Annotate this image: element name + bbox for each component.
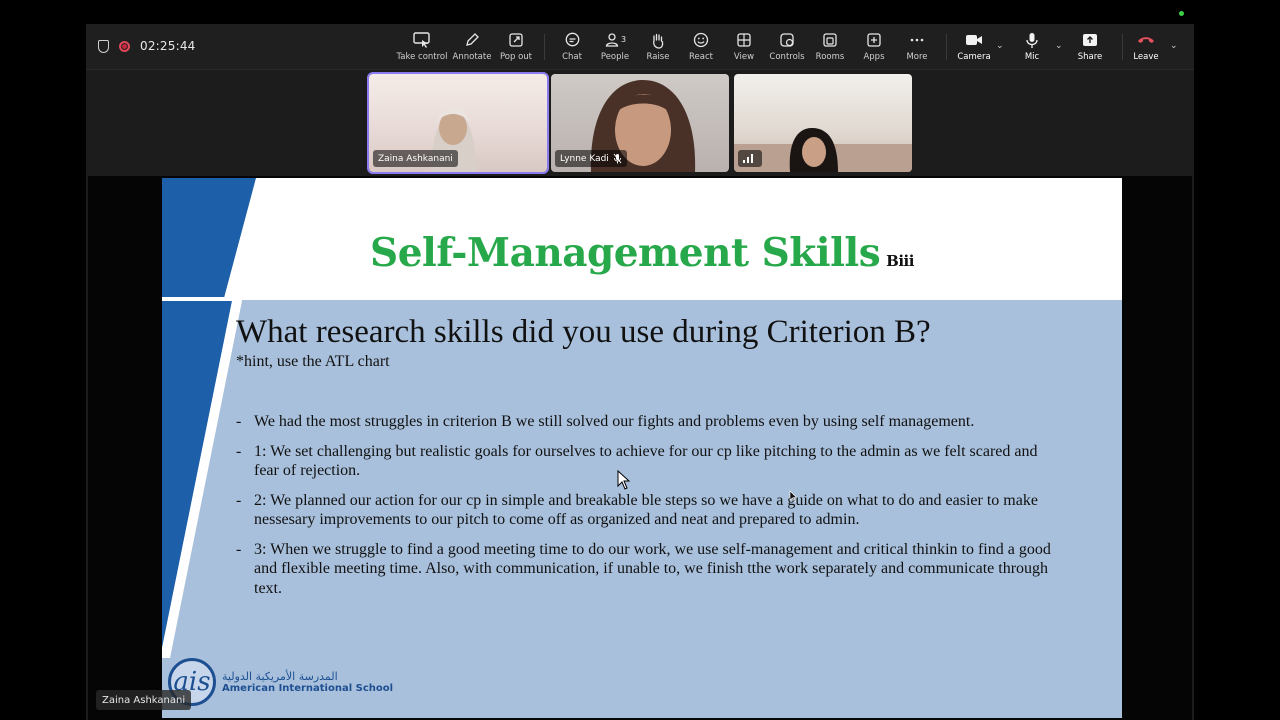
slide-divider: [162, 297, 242, 301]
meeting-status: 02:25:44: [98, 39, 196, 53]
take-control-label: Take control: [396, 52, 448, 62]
mic-icon: [1025, 30, 1039, 50]
pop-out-label: Pop out: [499, 52, 533, 62]
leave-button[interactable]: Leave: [1118, 30, 1174, 66]
camera-label: Camera: [957, 52, 991, 62]
participant-name-tag: Lynne Kadi: [555, 150, 627, 167]
apps-label: Apps: [863, 52, 885, 62]
meeting-window: 02:25:44 Take control Annotate Pop out C…: [86, 24, 1194, 720]
people-count: 3: [620, 35, 627, 44]
presenter-name: Zaina Ashkanani: [102, 694, 186, 706]
participant-name-tag: Zaina Ashkanani: [373, 150, 458, 167]
slide-bullet: We had the most struggles in criterion B…: [236, 412, 1056, 432]
take-control-icon: [413, 30, 431, 50]
people-label: People: [600, 52, 630, 62]
signal-strength-icon: [743, 154, 753, 163]
presentation-slide: Self-Management Skills Biii What research…: [162, 178, 1122, 718]
rooms-label: Rooms: [815, 52, 845, 62]
participant-name: Zaina Ashkanani: [378, 153, 453, 164]
shield-icon[interactable]: [98, 39, 109, 53]
grid-icon: [736, 30, 752, 50]
pop-out-icon: [508, 30, 524, 50]
camera-indicator-dot: [1179, 11, 1184, 16]
more-label: More: [906, 52, 928, 62]
meeting-toolbar: 02:25:44 Take control Annotate Pop out C…: [86, 24, 1194, 70]
smiley-icon: [693, 30, 709, 50]
school-name-arabic: المدرسة الأمريكية الدولية: [222, 670, 338, 683]
controls-icon: [779, 30, 795, 50]
pop-out-button[interactable]: Pop out: [488, 30, 544, 66]
leave-options-chevron-icon[interactable]: ⌄: [1170, 41, 1178, 51]
raise-label: Raise: [646, 52, 670, 62]
camera-options-chevron-icon[interactable]: ⌄: [996, 41, 1004, 51]
annotate-label: Annotate: [452, 52, 492, 62]
camera-button[interactable]: Camera: [946, 30, 1002, 66]
school-logo-text: المدرسة الأمريكية الدولية American Inter…: [222, 670, 393, 694]
shared-screen[interactable]: Self-Management Skills Biii What research…: [88, 176, 1192, 720]
presenter-name-tag: Zaina Ashkanani: [96, 690, 192, 710]
recording-icon[interactable]: [119, 40, 130, 52]
participant-tile[interactable]: [734, 74, 912, 172]
take-control-button[interactable]: Take control: [394, 30, 450, 66]
mic-button[interactable]: Mic: [1004, 30, 1060, 66]
mic-muted-icon: [613, 153, 622, 164]
slide-title-text: Self-Management Skills: [370, 230, 881, 276]
mouse-pointer-icon: [617, 470, 631, 490]
slide-bullet: 1: We set challenging but realistic goal…: [236, 442, 1056, 481]
slide-bullet-list: We had the most struggles in criterion B…: [236, 412, 1056, 608]
plus-square-icon: [866, 30, 882, 50]
participant-tile[interactable]: Lynne Kadi: [551, 74, 729, 172]
ellipsis-icon: [909, 30, 925, 50]
participant-name: Lynne Kadi: [560, 153, 609, 164]
more-button[interactable]: More: [889, 30, 945, 66]
mic-label: Mic: [1024, 52, 1040, 62]
share-label: Share: [1077, 52, 1103, 62]
participant-name-tag: [738, 150, 762, 167]
slide-title: Self-Management Skills Biii: [162, 230, 1122, 276]
rooms-icon: [822, 30, 838, 50]
slide-bullet: 3: When we struggle to find a good meeti…: [236, 540, 1056, 599]
meeting-timer: 02:25:44: [140, 39, 196, 53]
slide-bullet: 2: We planned our action for our cp in s…: [236, 491, 1056, 530]
slide-title-suffix: Biii: [886, 252, 914, 270]
view-label: View: [733, 52, 755, 62]
phone-hangup-icon: [1137, 30, 1155, 50]
camera-icon: [965, 30, 983, 50]
chat-label: Chat: [562, 52, 582, 62]
share-button[interactable]: Share: [1062, 30, 1118, 66]
participant-tile[interactable]: Zaina Ashkanani: [367, 72, 549, 174]
leave-label: Leave: [1133, 52, 1159, 62]
slide-hint: *hint, use the ATL chart: [236, 353, 390, 370]
hand-icon: [650, 30, 666, 50]
react-label: React: [689, 52, 713, 62]
pencil-icon: [464, 30, 480, 50]
school-logo: ais المدرسة الأمريكية الدولية American I…: [168, 658, 393, 706]
slide-question: What research skills did you use during …: [236, 314, 931, 350]
school-name-english: American International School: [222, 683, 394, 694]
people-icon: 3: [604, 30, 626, 50]
chat-icon: [564, 30, 581, 50]
controls-label: Controls: [769, 52, 805, 62]
share-icon: [1082, 30, 1098, 50]
remote-pointer-icon: [789, 490, 798, 503]
